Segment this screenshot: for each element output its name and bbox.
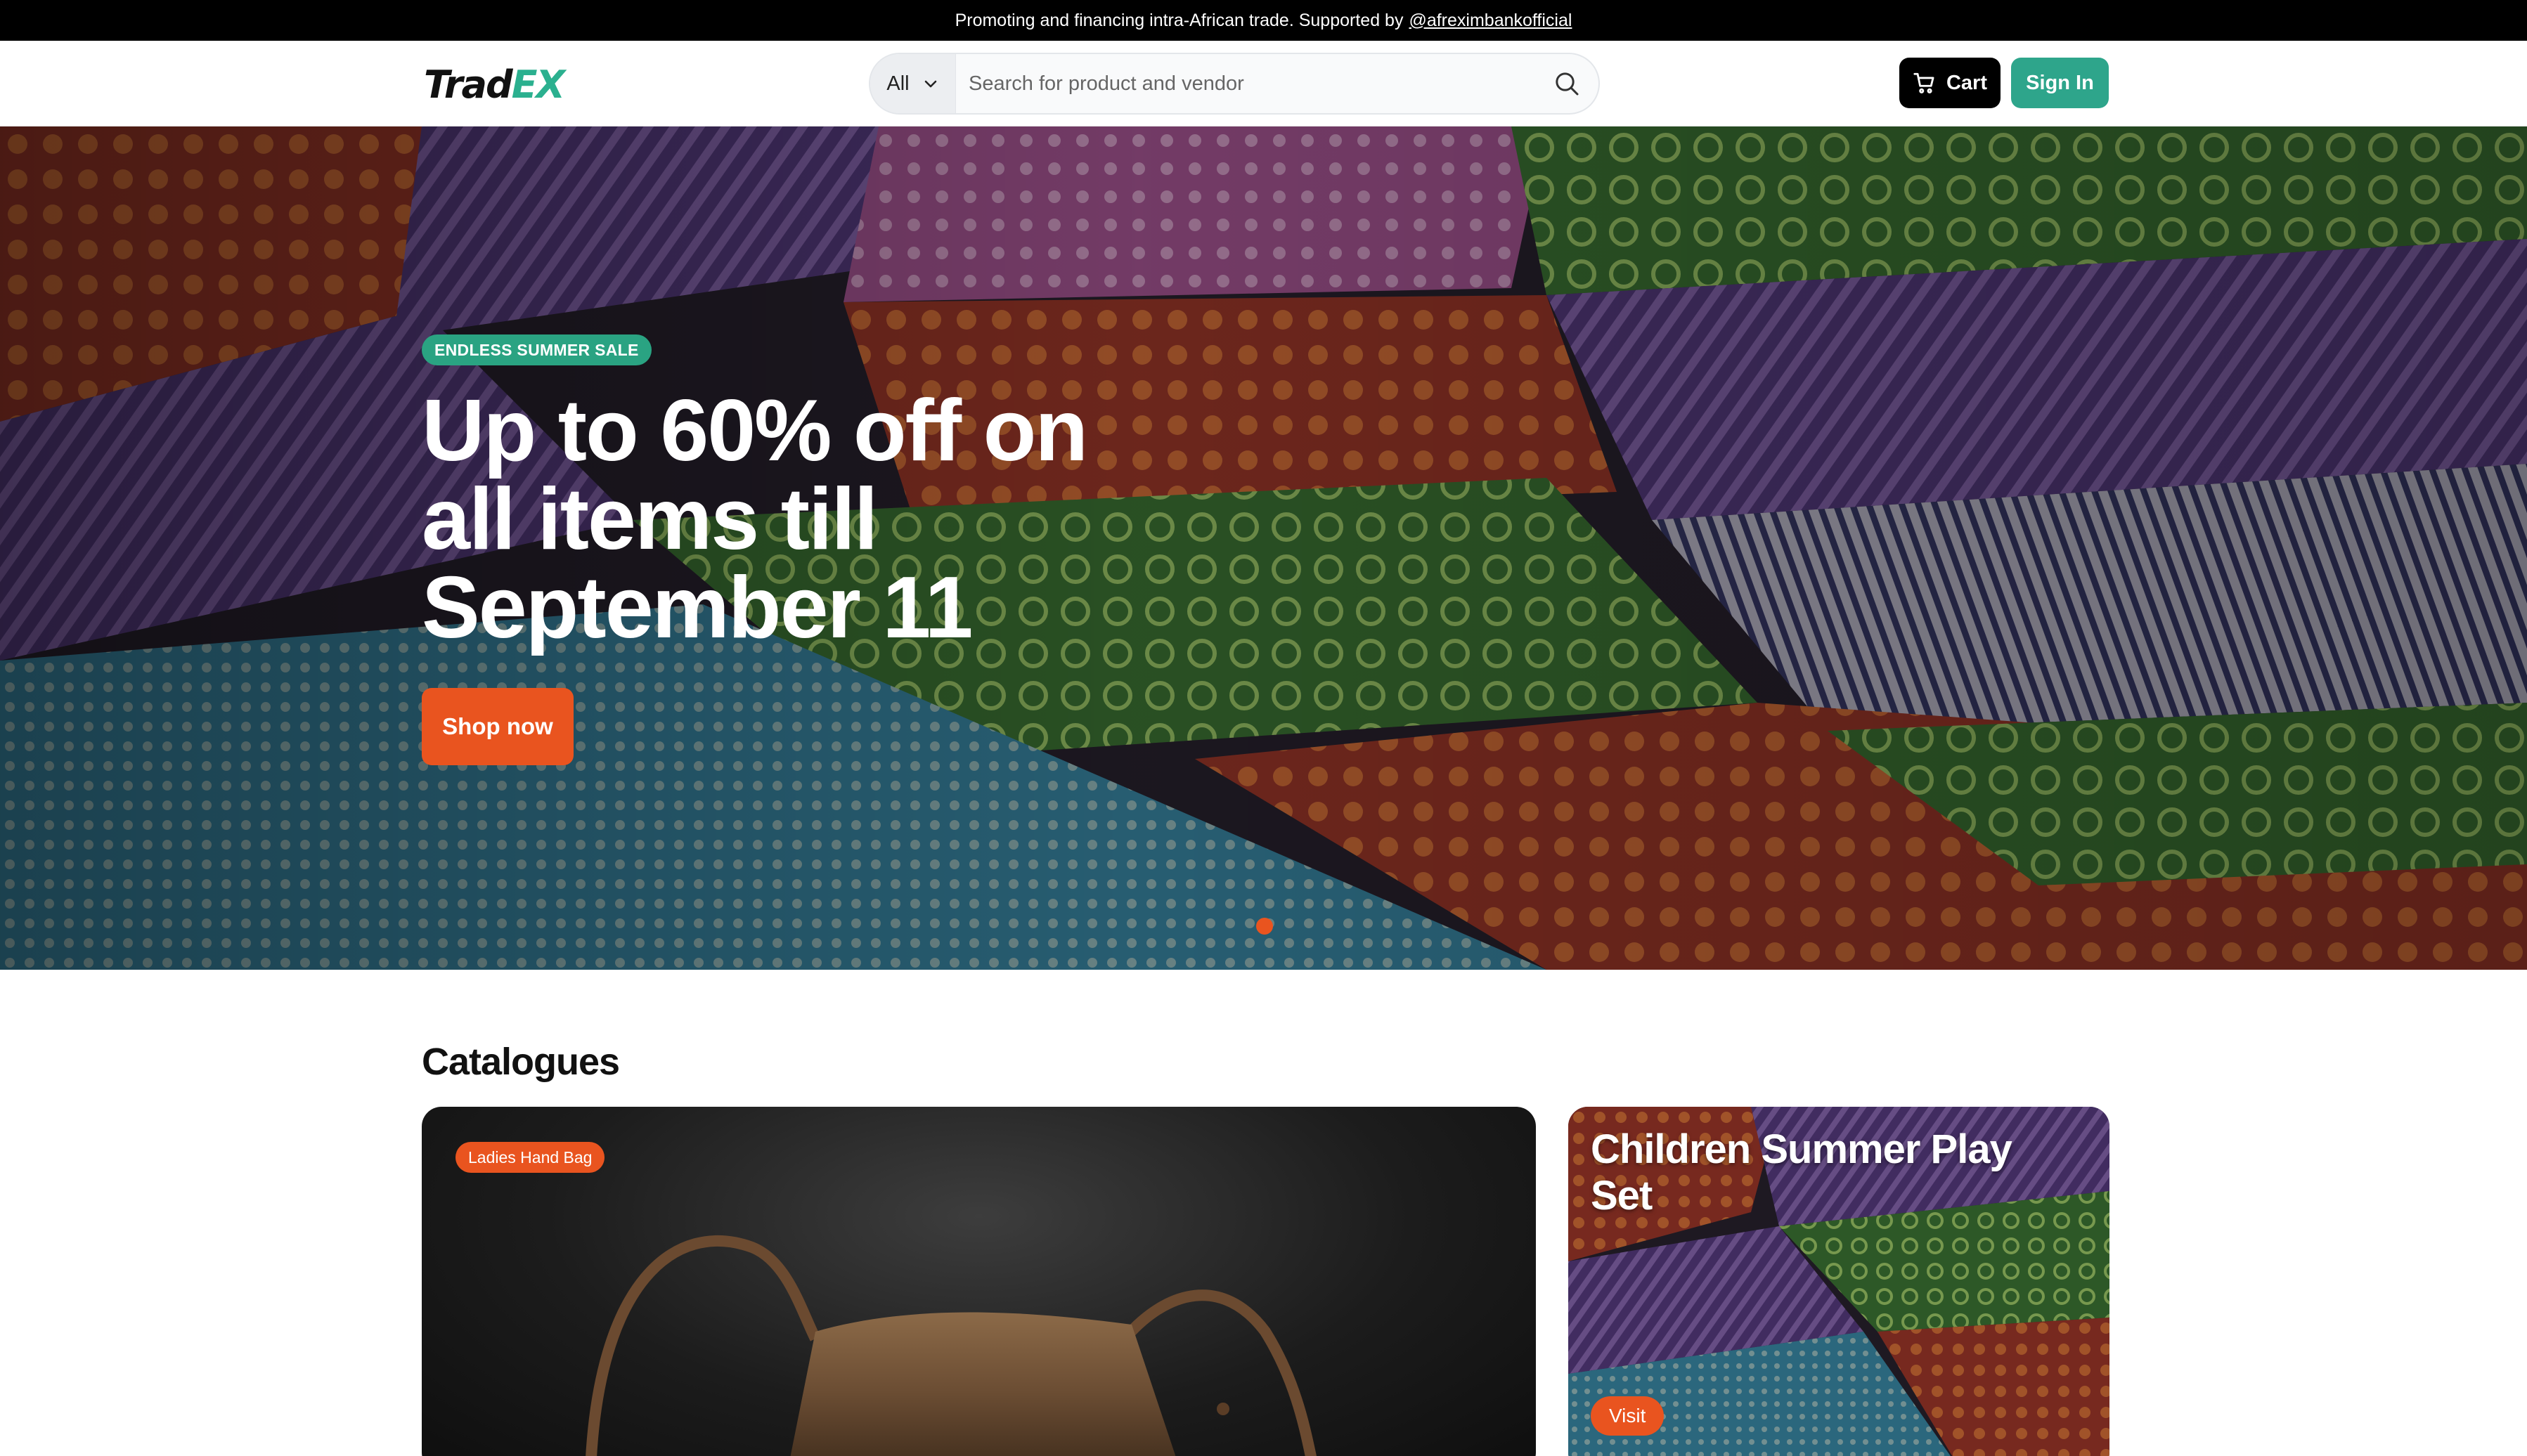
search-input[interactable] bbox=[956, 54, 1535, 113]
hero-banner: ENDLESS SUMMER SALE Up to 60% off on all… bbox=[0, 126, 2527, 970]
announcement-bar: Promoting and financing intra-African tr… bbox=[0, 0, 2527, 41]
announcement-text: Promoting and financing intra-African tr… bbox=[955, 10, 1404, 30]
hero-headline: Up to 60% off on all items till Septembe… bbox=[422, 382, 1088, 656]
category-select[interactable]: All bbox=[870, 54, 956, 113]
search-bar: All bbox=[869, 53, 1600, 115]
cart-label: Cart bbox=[1946, 71, 1987, 94]
search-icon bbox=[1556, 72, 1579, 96]
cart-button[interactable]: Cart bbox=[1899, 58, 2001, 108]
ladies-hand-bag-tag: Ladies Hand Bag bbox=[455, 1142, 605, 1173]
category-select-value: All bbox=[886, 72, 910, 95]
cart-icon bbox=[1913, 72, 1934, 93]
sale-badge: ENDLESS SUMMER SALE bbox=[422, 334, 652, 365]
tradex-logo[interactable]: Trad EX bbox=[424, 60, 565, 109]
visit-button[interactable]: Visit bbox=[1591, 1396, 1665, 1436]
chevron-down-icon bbox=[924, 80, 936, 88]
hero-overlay bbox=[0, 126, 2527, 970]
search-button[interactable] bbox=[1535, 54, 1598, 113]
catalogue-card-summer-play-set[interactable]: Children Summer Play Set Visit bbox=[1568, 1107, 2109, 1456]
site-header: TradEX All Cart Sign In bbox=[0, 41, 2527, 126]
catalogues-heading: Catalogues bbox=[422, 1041, 620, 1083]
afreximbank-link[interactable]: @afreximbankofficial bbox=[1409, 11, 1572, 31]
sign-in-button[interactable]: Sign In bbox=[2011, 58, 2109, 108]
summer-play-set-title: Children Summer Play Set bbox=[1591, 1126, 2012, 1218]
catalogue-card-handbag[interactable]: Ladies Hand Bag bbox=[422, 1107, 1536, 1456]
carousel-indicator-dot[interactable] bbox=[1256, 918, 1273, 935]
shop-now-button[interactable]: Shop now bbox=[422, 688, 574, 765]
